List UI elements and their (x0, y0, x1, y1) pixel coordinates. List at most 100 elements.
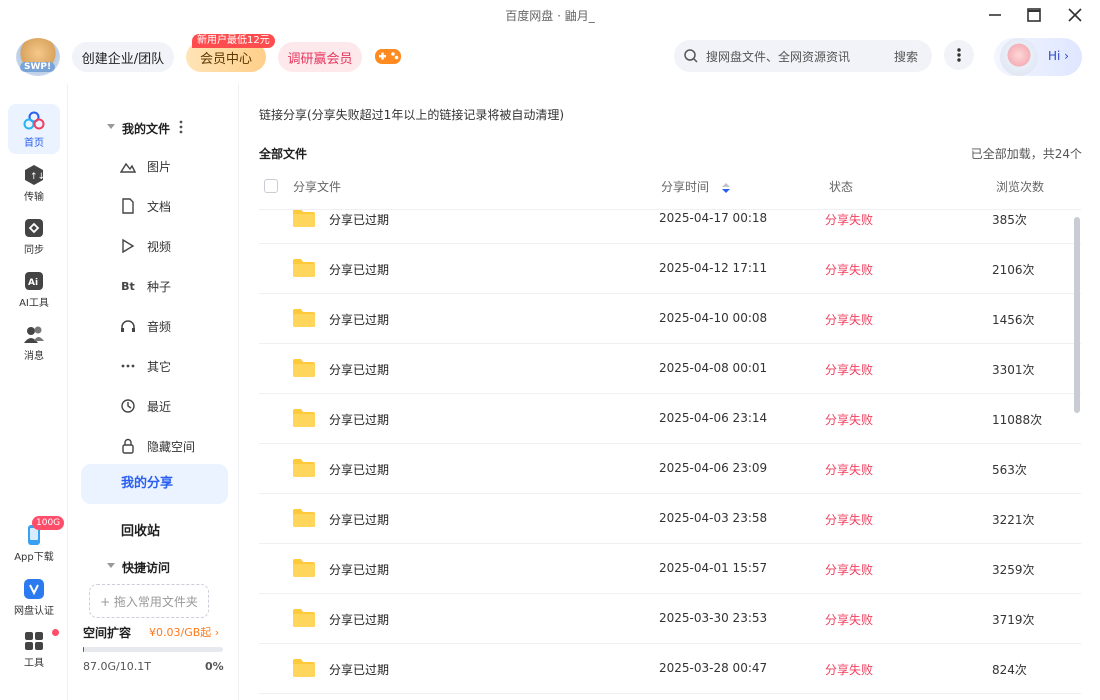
main-content: 链接分享(分享失败超过1年以上的链接记录将被自动清理) 全部文件 已全部加载，共… (240, 84, 1100, 700)
image-icon (119, 159, 137, 173)
row-view-count: 563次 (992, 463, 1027, 477)
drop-folder-zone[interactable]: + 拖入常用文件夹 (89, 584, 209, 618)
rail-item-messages[interactable]: 消息 (8, 317, 60, 367)
table-row[interactable]: 分享已过期 2025-04-12 17:11 分享失败 2106次 (259, 244, 1081, 294)
maximize-button[interactable] (1021, 4, 1047, 26)
row-share-time: 2025-03-28 00:47 (659, 661, 768, 675)
folder-icon (293, 659, 315, 677)
table-row[interactable]: 分享已过期 2025-04-08 00:01 分享失败 3301次 (259, 344, 1081, 394)
row-share-time: 2025-04-01 15:57 (659, 561, 768, 575)
storage-expand-price[interactable]: ¥0.03/GB起 › (149, 624, 219, 640)
search-button[interactable]: 搜索 (894, 48, 918, 65)
app-window: 百度网盘 · 鼬月_ SWP! 创建企业/团队 会员中心 新用户最低12元 调研… (0, 0, 1100, 700)
storage-usage-bar (83, 647, 223, 652)
sidebar-item-others[interactable]: 其它 (119, 351, 229, 381)
rail-item-sync[interactable]: 同步 (8, 211, 60, 261)
table-row[interactable]: 分享已过期 2025-03-30 23:53 分享失败 3719次 (259, 594, 1081, 644)
audio-icon (119, 319, 137, 333)
breadcrumb[interactable]: 全部文件 (259, 145, 307, 162)
search-icon (684, 49, 698, 63)
table-row[interactable]: 分享已过期 2025-04-06 23:09 分享失败 563次 (259, 444, 1081, 494)
ai-icon: Ai (25, 272, 43, 290)
app-logo[interactable]: SWP! (16, 38, 60, 76)
close-button[interactable] (1062, 4, 1088, 26)
table-row[interactable]: 分享已过期 2025-04-01 15:57 分享失败 3259次 (259, 544, 1081, 594)
avatar[interactable] (1000, 38, 1038, 76)
sidebar-item-documents[interactable]: 文档 (119, 191, 229, 221)
column-header-file[interactable]: 分享文件 (293, 178, 341, 195)
row-view-count: 824次 (992, 663, 1027, 677)
row-share-time: 2025-03-30 23:53 (659, 611, 768, 625)
rail-item-transfer[interactable]: ↑↓ 传输 (8, 158, 60, 208)
sync-icon (25, 219, 43, 237)
table-row[interactable]: 分享已过期 2025-04-10 00:08 分享失败 1456次 (259, 294, 1081, 344)
storage-expand-title[interactable]: 空间扩容 (83, 624, 131, 641)
row-status: 分享失败 (825, 513, 874, 527)
row-status: 分享失败 (825, 263, 874, 277)
column-header-status[interactable]: 状态 (829, 178, 853, 195)
row-file-name[interactable]: 分享已过期 (329, 461, 389, 478)
collapse-arrow-icon[interactable] (107, 124, 115, 129)
row-file-name[interactable]: 分享已过期 (329, 311, 389, 328)
sidebar-my-files[interactable]: 我的文件 (122, 120, 170, 137)
more-menu-button[interactable] (944, 40, 974, 70)
row-file-name[interactable]: 分享已过期 (329, 561, 389, 578)
select-all-checkbox[interactable] (264, 179, 278, 193)
share-notice: 链接分享(分享失败超过1年以上的链接记录将被自动清理) (259, 108, 565, 122)
sidebar-item-my-share[interactable]: 我的分享 (81, 464, 228, 504)
share-table: 分享已过期 2025-04-17 00:18 分享失败 385次 分享已过期 2025-0… (259, 210, 1081, 700)
table-scrollbar[interactable] (1074, 217, 1080, 413)
sidebar-quick-access[interactable]: 快捷访问 (122, 559, 170, 576)
survey-button[interactable]: 调研赢会员 (278, 42, 362, 72)
rail-item-verify[interactable]: 网盘认证 (8, 572, 60, 622)
sidebar-item-images[interactable]: 图片 (119, 151, 229, 181)
my-files-more-icon[interactable] (179, 120, 183, 134)
sidebar-item-label: 最近 (147, 399, 172, 414)
folder-icon (293, 409, 315, 427)
more-icon (119, 364, 137, 368)
rail-label-ai-tools: AI工具 (19, 298, 49, 309)
lock-icon (119, 438, 137, 454)
table-row[interactable]: 分享已过期 2025-03-28 00:47 分享失败 824次 (259, 644, 1081, 694)
row-file-name[interactable]: 分享已过期 (329, 361, 389, 378)
rail-item-home[interactable]: 首页 (8, 104, 60, 154)
search-box[interactable]: 搜网盘文件、全网资源资讯 搜索 (674, 40, 932, 72)
rail-item-ai-tools[interactable]: Ai AI工具 (8, 264, 60, 314)
row-file-name[interactable]: 分享已过期 (329, 661, 389, 678)
transfer-icon: ↑↓ (25, 165, 45, 185)
row-file-name[interactable]: 分享已过期 (329, 611, 389, 628)
sidebar-item-torrents[interactable]: Bt 种子 (119, 271, 229, 301)
row-status: 分享失败 (825, 313, 874, 327)
sidebar-item-recent[interactable]: 最近 (119, 391, 229, 421)
document-icon (119, 198, 137, 214)
sidebar-item-audio[interactable]: 音频 (119, 311, 229, 341)
sidebar-item-label: 其它 (147, 359, 172, 374)
rail-label-transfer: 传输 (24, 192, 44, 203)
column-header-views[interactable]: 浏览次数 (996, 178, 1044, 195)
quick-access-arrow-icon[interactable] (107, 563, 115, 568)
row-file-name[interactable]: 分享已过期 (329, 411, 389, 428)
verify-icon (24, 579, 44, 599)
sidebar-item-videos[interactable]: 视频 (119, 231, 229, 261)
row-file-name[interactable]: 分享已过期 (329, 261, 389, 278)
row-status: 分享失败 (825, 463, 874, 477)
table-row[interactable]: 分享已过期 2025-04-17 00:18 分享失败 385次 (259, 210, 1081, 244)
sidebar-item-recycle-bin[interactable]: 回收站 (121, 520, 160, 539)
minimize-button[interactable] (982, 4, 1008, 26)
folder-icon (293, 459, 315, 477)
sort-icon[interactable] (721, 182, 731, 194)
close-icon (1068, 8, 1082, 22)
row-file-name[interactable]: 分享已过期 (329, 211, 389, 228)
game-button[interactable] (374, 46, 402, 70)
table-row[interactable]: 分享已过期 2025-04-03 23:58 分享失败 3221次 (259, 494, 1081, 544)
row-view-count: 1456次 (992, 313, 1035, 327)
create-team-button[interactable]: 创建企业/团队 (72, 42, 174, 72)
row-status: 分享失败 (825, 413, 874, 427)
row-file-name[interactable]: 分享已过期 (329, 511, 389, 528)
folder-icon (293, 609, 315, 627)
sidebar-item-hidden-space[interactable]: 隐藏空间 (119, 431, 229, 461)
table-row[interactable]: 分享已过期 2025-04-06 23:14 分享失败 11088次 (259, 394, 1081, 444)
column-header-time[interactable]: 分享时间 (661, 178, 731, 195)
vip-promo-tag: 新用户最低12元 (192, 34, 275, 48)
user-menu[interactable]: Hi › (994, 38, 1082, 76)
